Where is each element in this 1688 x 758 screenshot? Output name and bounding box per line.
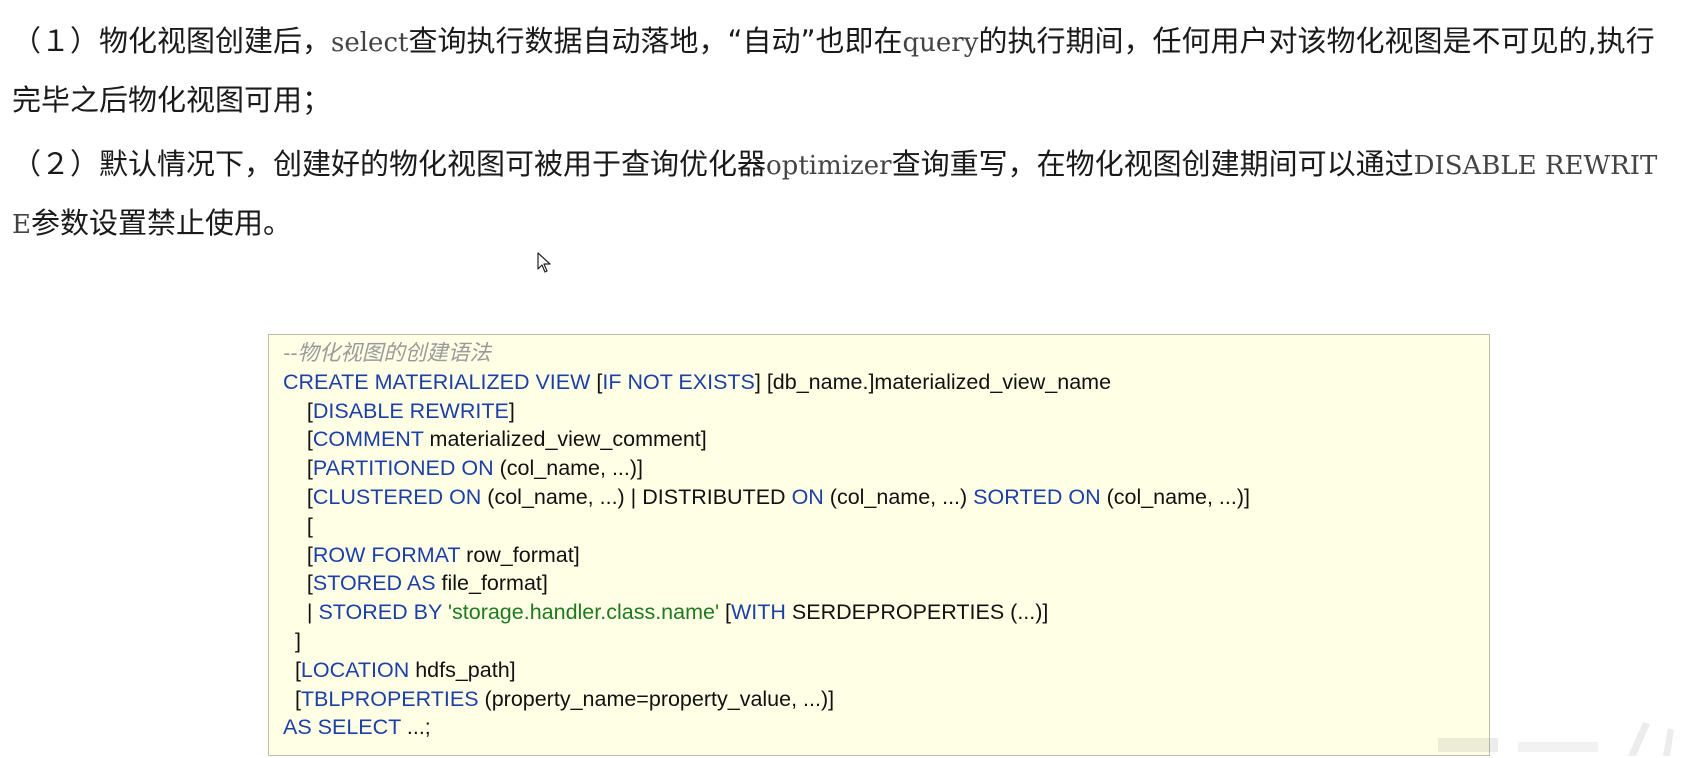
code-keyword: SORTED ON <box>973 484 1101 509</box>
code-keyword: AS SELECT <box>283 715 401 740</box>
code-keyword: ROW FORMAT <box>312 542 461 567</box>
code-text: file_format] <box>435 571 548 596</box>
code-text: materialized_view_comment] <box>423 427 707 452</box>
code-line: [DISABLE REWRITE] <box>283 397 1489 426</box>
code-comment: --物化视图的创建语法 <box>283 341 491 365</box>
paragraph-text: 查询重写，在物化视图创建期间可以通过 <box>891 147 1414 181</box>
paragraph-2: （２）默认情况下，创建好的物化视图可被用于查询优化器optimizer查询重写，… <box>12 136 1676 254</box>
paragraph-text: 查询执行数据自动落地，“自动”也即在 <box>408 24 903 58</box>
code-text: ] [db_name.]materialized_view_name <box>754 369 1112 394</box>
code-line: [TBLPROPERTIES (property_name=property_v… <box>283 685 1489 714</box>
code-text: [ <box>283 571 313 596</box>
code-line: [STORED AS file_format] <box>283 569 1489 598</box>
code-line: [CLUSTERED ON (col_name, ...) | DISTRIBU… <box>283 483 1489 512</box>
code-line: CREATE MATERIALIZED VIEW [IF NOT EXISTS]… <box>283 368 1489 397</box>
code-line: [ <box>283 512 1489 541</box>
code-text: [ <box>283 686 301 711</box>
watermark-mark <box>1438 722 1674 756</box>
code-text: (col_name, ...)] <box>493 456 644 481</box>
code-line: [COMMENT materialized_view_comment] <box>283 425 1489 454</box>
code-keyword: DISABLE REWRITE <box>312 398 509 423</box>
paragraph-text: （１）物化视图创建后， <box>12 24 332 58</box>
code-text: [ <box>283 484 313 509</box>
code-keyword: TBLPROPERTIES <box>300 686 479 711</box>
code-text: (col_name, ...) | DISTRIBUTED <box>481 484 792 509</box>
code-text: [ <box>283 513 313 538</box>
code-text: SERDEPROPERTIES (...)] <box>785 600 1049 625</box>
code-text: [ <box>719 600 732 625</box>
code-keyword: COMMENT <box>312 427 424 452</box>
paragraph-text: （２）默认情况下，创建好的物化视图可被用于查询优化器 <box>12 147 767 181</box>
code-line: [ROW FORMAT row_format] <box>283 541 1489 570</box>
code-text: (property_name=property_value, ...)] <box>478 686 835 711</box>
code-text: [ <box>283 456 313 481</box>
inline-code-term: optimizer <box>766 151 892 181</box>
code-text: [ <box>283 657 301 682</box>
inline-code-term: query <box>902 28 979 58</box>
mouse-pointer-icon <box>537 252 553 274</box>
code-text: (col_name, ...) <box>823 484 974 509</box>
code-keyword: PARTITIONED ON <box>312 456 494 481</box>
code-line: [LOCATION hdfs_path] <box>283 656 1489 685</box>
code-keyword: CLUSTERED ON <box>312 484 482 509</box>
code-string: 'storage.handler.class.name' <box>447 600 720 625</box>
code-text: ] <box>508 398 515 423</box>
paragraph-1: （１）物化视图创建后，select查询执行数据自动落地，“自动”也即在query… <box>12 13 1676 129</box>
paragraph-text: 参数设置禁止使用。 <box>30 206 292 240</box>
code-keyword: LOCATION <box>300 657 410 682</box>
code-line: ] <box>283 627 1489 656</box>
code-line: AS SELECT ...; <box>283 713 1489 742</box>
code-text: | <box>283 600 319 625</box>
code-text: (col_name, ...)] <box>1100 484 1250 509</box>
code-keyword: STORED BY <box>318 600 448 625</box>
code-text: hdfs_path] <box>409 657 516 682</box>
code-text: [ <box>283 427 313 452</box>
code-keyword: ON <box>791 484 824 509</box>
code-keyword: WITH <box>731 600 786 625</box>
code-text: [ <box>283 398 313 423</box>
code-line: | STORED BY 'storage.handler.class.name'… <box>283 598 1489 627</box>
code-keyword: STORED AS <box>312 571 436 596</box>
code-text: ...; <box>400 715 431 740</box>
code-block-create-materialized-view: --物化视图的创建语法 CREATE MATERIALIZED VIEW [IF … <box>268 334 1490 756</box>
code-line: [PARTITIONED ON (col_name, ...)] <box>283 454 1489 483</box>
code-text: row_format] <box>460 542 580 567</box>
code-keyword: CREATE MATERIALIZED VIEW <box>283 369 597 394</box>
code-keyword: IF NOT EXISTS <box>602 369 755 394</box>
code-line: --物化视图的创建语法 <box>283 339 1489 368</box>
code-text: [ <box>283 542 313 567</box>
code-text: ] <box>283 628 301 653</box>
inline-code-term: select <box>331 28 409 58</box>
